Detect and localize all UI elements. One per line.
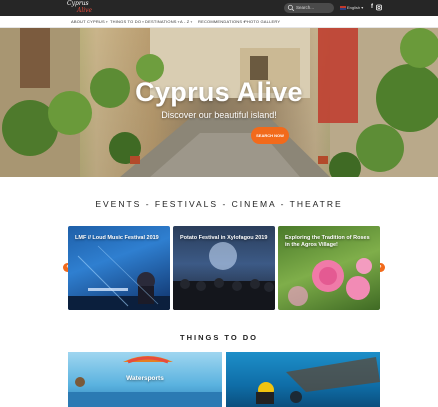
events-section-title: EVENTS - FESTIVALS - CINEMA - THEATRE <box>95 199 343 209</box>
nav-item-destinations[interactable]: DESTINATIONS▾ <box>145 16 180 28</box>
hero-title: Cyprus Alive <box>135 77 303 107</box>
nav-item-things-to-do[interactable]: THINGS TO DO▾ <box>110 16 144 28</box>
instagram-icon[interactable] <box>376 4 382 11</box>
nav-item-recommendations[interactable]: RECOMMENDATIONS▾ <box>198 16 245 28</box>
chevron-down-icon: ▾ <box>190 20 193 24</box>
flag-icon <box>340 5 346 10</box>
card-image <box>256 357 380 404</box>
chevron-down-icon: ▾ <box>105 20 108 24</box>
event-card-roses-agros[interactable]: Exploring the Tradition of Roses in the … <box>278 226 380 310</box>
nav-item-a-z[interactable]: A - Z▾ <box>180 16 192 28</box>
nav-item-about-cyprus[interactable]: ABOUT CYPRUS▾ <box>71 16 108 28</box>
event-card-title: Potato Festival in Xylofagou 2019 <box>180 235 268 241</box>
language-selector[interactable]: English ▾ <box>340 4 363 12</box>
search-input[interactable]: Search... <box>296 4 314 12</box>
things-to-do-card-watersports[interactable]: Watersports <box>68 352 222 407</box>
site-logo[interactable]: Cyprus Alive <box>67 1 103 15</box>
event-card-title: LMF // Loud Music Festival 2019 <box>75 235 159 241</box>
chevron-down-icon: ▾ <box>360 5 364 10</box>
things-to-do-card-diving[interactable] <box>226 352 380 407</box>
language-label: English <box>347 5 361 10</box>
event-card-loud-music-festival[interactable]: LMF // Loud Music Festival 2019 <box>68 226 170 310</box>
main-nav: ABOUT CYPRUS▾ THINGS TO DO▾ DESTINATIONS… <box>0 16 438 28</box>
event-card-potato-festival[interactable]: Potato Festival in Xylofagou 2019 <box>173 226 275 310</box>
top-bar: Cyprus Alive Search... English ▾ f <box>0 0 438 16</box>
search-icon <box>287 4 295 12</box>
hero-banner: Cyprus Alive Discover our beautiful isla… <box>0 28 438 177</box>
nav-item-photo-gallery[interactable]: PHOTO GALLERY <box>244 16 280 28</box>
search-now-button[interactable]: SEARCH NOW <box>251 127 289 144</box>
logo-line2: Alive <box>77 7 93 14</box>
hero-subtitle: Discover our beautiful island! <box>161 110 277 120</box>
card-title: Watersports <box>126 375 164 382</box>
search-box[interactable]: Search... <box>284 3 334 13</box>
facebook-icon[interactable]: f <box>369 4 375 11</box>
event-card-title: Exploring the Tradition of Roses in the … <box>285 235 370 248</box>
chevron-down-icon: ▾ <box>142 20 145 24</box>
things-to-do-title: THINGS TO DO <box>179 333 259 342</box>
